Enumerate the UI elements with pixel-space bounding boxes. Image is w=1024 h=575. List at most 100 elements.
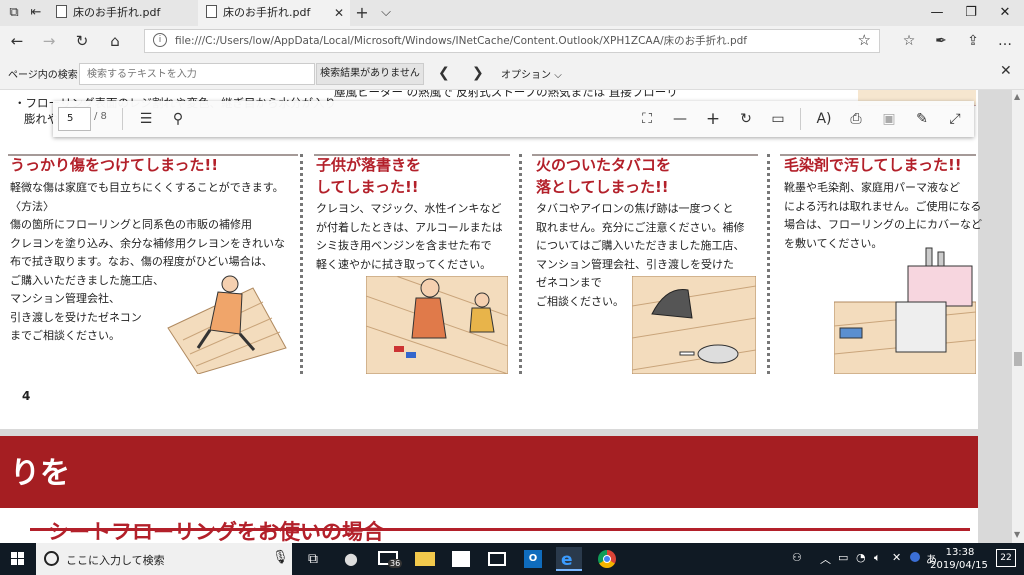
page-number-input[interactable]: 5 [58, 107, 91, 131]
rotate-icon[interactable]: ↻ [735, 109, 757, 129]
set-aside-tabs-icon[interactable]: ⧉ [4, 3, 24, 23]
scratch-illustration [167, 275, 287, 374]
folder-shape [415, 552, 435, 566]
network-icon[interactable]: ◔ [856, 551, 866, 564]
find-bar: ページ内の検索 検索結果がありません ❮ ❯ オプション ⌵ ✕ [0, 56, 1024, 90]
window-close-icon[interactable]: ✕ [988, 0, 1022, 26]
mail-icon[interactable]: 36 [376, 547, 403, 571]
section-title: うっかり傷をつけてしまった!! [10, 156, 219, 174]
section-subtitle: シートフローリングをお使いの場合 [48, 520, 384, 543]
clock-date[interactable]: 2019/04/15 [927, 559, 991, 572]
vertical-scrollbar[interactable]: ▲ ▼ [1012, 90, 1024, 543]
toolbar-separator [800, 108, 801, 130]
page-number: 4 [22, 389, 31, 403]
notification-center-icon[interactable]: 22 [996, 549, 1016, 567]
edge-icon[interactable]: e [556, 547, 582, 571]
windows-start-icon[interactable] [0, 543, 36, 575]
fullscreen-icon[interactable]: ⤢ [944, 109, 966, 129]
photo-shape [488, 552, 506, 566]
find-options-button[interactable]: オプション ⌵ [501, 66, 562, 81]
minimize-icon[interactable]: — [920, 0, 954, 26]
find-input[interactable] [79, 63, 315, 85]
close-tab-icon[interactable]: ✕ [334, 0, 344, 26]
scroll-up-icon[interactable]: ▲ [1014, 92, 1020, 101]
zoom-out-icon[interactable]: — [669, 109, 691, 129]
forward-arrow-icon[interactable]: → [38, 31, 60, 51]
fit-to-page-icon[interactable]: ⛶ [636, 109, 658, 129]
app-icon[interactable]: ● [338, 547, 364, 571]
save-icon[interactable]: ▣ [878, 109, 900, 129]
read-aloud-icon[interactable]: A) [813, 109, 835, 129]
task-view-icon[interactable]: ⧉ [300, 547, 326, 571]
clock-time[interactable]: 13:38 [937, 546, 983, 559]
tab-1-title: 床のお手折れ.pdf [73, 6, 161, 19]
section-title: 毛染剤で汚してしまった!! [784, 156, 962, 174]
more-icon[interactable]: … [994, 31, 1016, 51]
favorites-hub-icon[interactable]: ☆ [898, 31, 920, 51]
restore-icon[interactable]: ❐ [954, 0, 988, 26]
taskbar-search-box[interactable]: ここに入力して検索 🎙︎ [36, 543, 292, 575]
url-text: file:///C:/Users/low/AppData/Local/Micro… [175, 35, 747, 47]
pdf-toolbar: 5 / 8 ☰ ⚲ ⛶ — + ↻ ▭ A) ⎙ ▣ ✎ ⤢ [53, 101, 974, 137]
pdf-file-icon [206, 5, 217, 18]
volume-icon[interactable]: 🔈︎ [874, 551, 881, 565]
scrollbar-thumb[interactable] [1014, 352, 1022, 366]
taskbar: ここに入力して検索 🎙︎ ⧉ ● 36 O e ⚇ ︿ ▭ ◔ 🔈︎ ✕ あ 1… [0, 543, 1024, 575]
toolbar-separator [122, 108, 123, 130]
page-view-icon[interactable]: ▭ [767, 109, 789, 129]
section-title: 火のついたタバコを [536, 156, 672, 174]
navigation-bar: ← → ↻ ⌂ i file:///C:/Users/low/AppData/L… [0, 26, 1024, 56]
pen-icon[interactable]: ✒ [930, 31, 952, 51]
store-icon[interactable] [448, 547, 474, 571]
share-icon[interactable]: ⇪ [962, 31, 984, 51]
pdf-page: りを シートフローリングをお使いの場合 [0, 436, 978, 543]
page-count: / 8 [94, 111, 107, 122]
banner-text: りを [10, 456, 70, 491]
search-icon[interactable]: ⚲ [167, 109, 189, 129]
chrome-icon[interactable] [594, 547, 620, 571]
print-icon[interactable]: ⎙ [845, 109, 867, 129]
onedrive-icon[interactable] [910, 552, 920, 562]
back-arrow-icon[interactable]: ← [6, 31, 28, 51]
bag-shape [452, 551, 470, 567]
edge-shape: e [561, 550, 573, 570]
tab-list-chevron-icon[interactable]: ⌵ [376, 3, 396, 23]
battery-icon[interactable]: ▭ [838, 551, 848, 564]
page-text-fragment: 塵風ヒーター の熱風で 反射式ストーブの熱気または 直接フローリ [334, 90, 678, 99]
find-next-icon[interactable]: ❯ [472, 65, 484, 81]
photos-icon[interactable] [484, 547, 510, 571]
taskbar-search-placeholder: ここに入力して検索 [66, 554, 165, 567]
tab-2[interactable]: 床のお手折れ.pdf ✕ [198, 0, 350, 26]
tab-bar: ⧉ ⇤ 床のお手折れ.pdf 床のお手折れ.pdf ✕ + ⌵ — ❐ ✕ [0, 0, 1024, 26]
section-title: 子供が落書きを [316, 156, 422, 174]
red-banner: りを [0, 436, 978, 508]
column-separator [767, 154, 770, 374]
mail-badge: 36 [388, 559, 403, 568]
cigarette-iron-illustration [632, 276, 756, 374]
outlook-icon[interactable]: O [520, 547, 546, 571]
pdf-viewer[interactable]: ・フローリング表面のレジ割れや変色、継ぎ目から水分が入り 膨れや 塵風ヒーター … [0, 90, 1012, 543]
child-drawing-illustration [366, 276, 508, 374]
scroll-down-icon[interactable]: ▼ [1014, 530, 1020, 539]
people-icon[interactable]: ⚇ [792, 551, 802, 564]
file-explorer-icon[interactable] [412, 547, 438, 571]
new-tab-icon[interactable]: + [352, 3, 372, 23]
zoom-in-icon[interactable]: + [702, 109, 724, 129]
find-close-icon[interactable]: ✕ [1000, 63, 1012, 79]
x-icon[interactable]: ✕ [892, 551, 901, 564]
microphone-icon[interactable]: 🎙︎ [272, 550, 289, 565]
refresh-icon[interactable]: ↻ [71, 31, 93, 51]
address-bar[interactable]: i file:///C:/Users/low/AppData/Local/Mic… [144, 29, 880, 53]
tab-1[interactable]: 床のお手折れ.pdf [48, 0, 196, 26]
favorite-star-icon[interactable]: ☆ [858, 31, 871, 49]
chrome-center [603, 555, 611, 563]
cortana-icon [44, 551, 59, 566]
find-options-label: オプション [501, 70, 551, 81]
tab-preview-icon[interactable]: ⇤ [26, 3, 46, 23]
info-icon[interactable]: i [153, 33, 167, 47]
save-as-icon[interactable]: ✎ [911, 109, 933, 129]
find-previous-icon[interactable]: ❮ [438, 65, 450, 81]
chevron-up-icon[interactable]: ︿ [820, 551, 831, 567]
table-of-contents-icon[interactable]: ☰ [135, 109, 157, 129]
home-icon[interactable]: ⌂ [104, 31, 126, 51]
